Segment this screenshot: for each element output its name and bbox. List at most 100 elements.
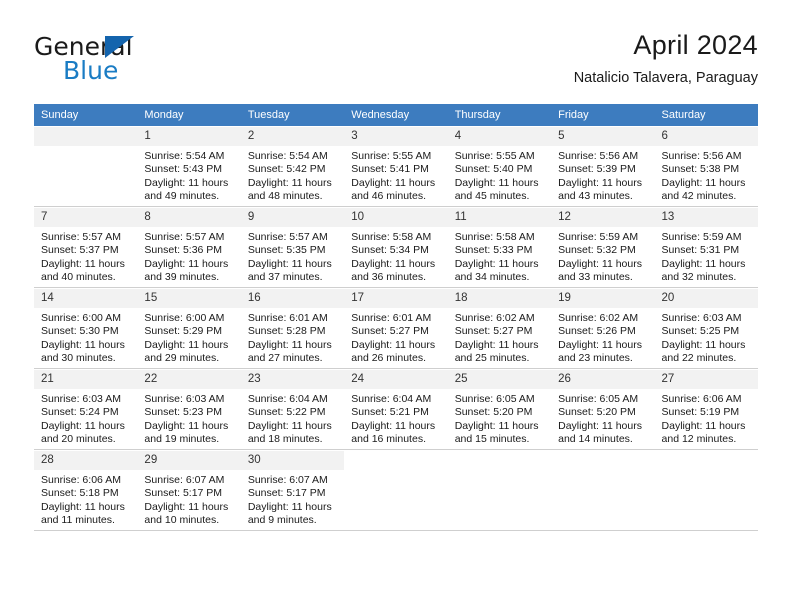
calendar-cell-day[interactable]: 13 Sunrise: 5:59 AM Sunset: 5:31 PM Dayligh… [654,207,758,287]
calendar-cell-inner: 3 Sunrise: 5:55 AM Sunset: 5:41 PM Daylight… [344,126,448,206]
day-sun-info: Sunrise: 6:02 AM Sunset: 5:27 PM Daylight:… [448,308,551,366]
calendar-cell-day[interactable]: 17 Sunrise: 6:01 AM Sunset: 5:27 PM Dayligh… [344,288,448,368]
weekday-header-thursday: Thursday [447,104,552,126]
calendar-cell-day[interactable]: 20 Sunrise: 6:03 AM Sunset: 5:25 PM Dayligh… [654,288,758,368]
day-daylight2-text: and 46 minutes. [351,190,426,203]
calendar-cell-day[interactable]: 23 Sunrise: 6:04 AM Sunset: 5:22 PM Dayligh… [240,369,345,449]
title-block: April 2024 Natalicio Talavera, Paraguay [574,28,758,89]
day-number: 13 [654,207,758,227]
calendar-cell-day[interactable]: 15 Sunrise: 6:00 AM Sunset: 5:29 PM Dayligh… [137,288,241,368]
calendar-cell-day[interactable]: 7 Sunrise: 5:57 AM Sunset: 5:37 PM Daylight… [34,207,138,287]
day-daylight2-text: and 14 minutes. [558,433,633,446]
day-sunrise-text: Sunrise: 5:55 AM [351,150,432,162]
day-sun-info: Sunrise: 6:01 AM Sunset: 5:27 PM Daylight:… [344,308,447,366]
day-sunrise-text: Sunrise: 6:07 AM [144,474,225,486]
day-sunrise-text: Sunrise: 5:54 AM [144,150,225,162]
calendar-cell-day[interactable]: 8 Sunrise: 5:57 AM Sunset: 5:36 PM Daylight… [137,207,241,287]
day-sunrise-text: Sunrise: 6:01 AM [247,312,328,324]
day-sun-info: Sunrise: 5:57 AM Sunset: 5:35 PM Daylight:… [241,227,344,285]
day-sun-info: Sunrise: 5:56 AM Sunset: 5:39 PM Daylight:… [551,146,654,204]
calendar-cell-inner: 12 Sunrise: 5:59 AM Sunset: 5:32 PM Dayligh… [551,207,655,287]
calendar-cell-day[interactable]: 5 Sunrise: 5:56 AM Sunset: 5:39 PM Daylight… [551,126,655,206]
day-daylight1-text: Daylight: 11 hours [144,338,229,351]
day-number: 24 [344,369,448,389]
calendar-cell-day[interactable]: 4 Sunrise: 5:55 AM Sunset: 5:40 PM Daylight… [447,126,552,206]
calendar-cell-inner: 28 Sunrise: 6:06 AM Sunset: 5:18 PM Dayligh… [34,450,138,530]
calendar-cell-day[interactable]: 24 Sunrise: 6:04 AM Sunset: 5:21 PM Dayligh… [344,369,448,449]
calendar-cell-day[interactable]: 9 Sunrise: 5:57 AM Sunset: 5:35 PM Daylight… [240,207,345,287]
calendar-cell-day[interactable]: 16 Sunrise: 6:01 AM Sunset: 5:28 PM Dayligh… [240,288,345,368]
day-sunset-text: Sunset: 5:35 PM [247,244,326,257]
calendar-cell-inner: 15 Sunrise: 6:00 AM Sunset: 5:29 PM Dayligh… [137,288,241,368]
calendar-cell-day[interactable]: 6 Sunrise: 5:56 AM Sunset: 5:38 PM Daylight… [654,126,758,206]
logo-text-blue: Blue [63,56,119,85]
day-sunset-text: Sunset: 5:33 PM [454,244,533,257]
calendar-cell-day[interactable]: 3 Sunrise: 5:55 AM Sunset: 5:41 PM Daylight… [344,126,448,206]
day-daylight2-text: and 29 minutes. [144,352,220,365]
calendar-week-row: 28 Sunrise: 6:06 AM Sunset: 5:18 PM Dayligh… [34,450,758,530]
calendar-cell-day[interactable]: 25 Sunrise: 6:05 AM Sunset: 5:20 PM Dayligh… [447,369,552,449]
calendar-cell-day[interactable]: 27 Sunrise: 6:06 AM Sunset: 5:19 PM Dayligh… [654,369,758,449]
calendar-cell-day[interactable]: 2 Sunrise: 5:54 AM Sunset: 5:42 PM Daylight… [240,126,345,206]
weekday-header-monday: Monday [137,104,241,126]
calendar-cell-inner: 2 Sunrise: 5:54 AM Sunset: 5:42 PM Daylight… [240,126,345,206]
day-daylight1-text: Daylight: 11 hours [144,500,229,513]
calendar-cell-day[interactable]: 11 Sunrise: 5:58 AM Sunset: 5:33 PM Dayligh… [447,207,552,287]
calendar-cell-day[interactable]: 30 Sunrise: 6:07 AM Sunset: 5:17 PM Dayligh… [240,450,345,530]
calendar-cell-empty [344,450,448,530]
day-daylight2-text: and 32 minutes. [661,271,737,284]
calendar-cell-day[interactable]: 19 Sunrise: 6:02 AM Sunset: 5:26 PM Dayligh… [551,288,655,368]
day-sunset-text: Sunset: 5:20 PM [558,406,636,419]
calendar-cell-day[interactable]: 14 Sunrise: 6:00 AM Sunset: 5:30 PM Dayligh… [34,288,138,368]
calendar-cell-day[interactable]: 28 Sunrise: 6:06 AM Sunset: 5:18 PM Dayligh… [34,450,138,530]
calendar-cell-inner: 5 Sunrise: 5:56 AM Sunset: 5:39 PM Daylight… [551,126,655,206]
day-sunrise-text: Sunrise: 5:57 AM [247,231,328,243]
day-sunrise-text: Sunrise: 6:03 AM [144,393,225,405]
calendar-cell-day[interactable]: 22 Sunrise: 6:03 AM Sunset: 5:23 PM Dayligh… [137,369,241,449]
calendar-cell-day[interactable]: 10 Sunrise: 5:58 AM Sunset: 5:34 PM Dayligh… [344,207,448,287]
day-daylight1-text: Daylight: 11 hours [351,419,436,432]
calendar-cell-day[interactable]: 1 Sunrise: 5:54 AM Sunset: 5:43 PM Daylight… [137,126,241,206]
day-sunset-text: Sunset: 5:30 PM [41,325,119,338]
calendar-cell-inner: 19 Sunrise: 6:02 AM Sunset: 5:26 PM Dayligh… [551,288,655,368]
calendar-cell-day[interactable]: 26 Sunrise: 6:05 AM Sunset: 5:20 PM Dayligh… [551,369,655,449]
day-sunrise-text: Sunrise: 6:02 AM [454,312,535,324]
calendar-cell-inner: 13 Sunrise: 5:59 AM Sunset: 5:31 PM Dayligh… [654,207,758,287]
day-number: 30 [240,450,345,470]
day-daylight2-text: and 33 minutes. [558,271,633,284]
day-daylight2-text: and 10 minutes. [144,514,220,527]
weekday-header-wednesday: Wednesday [344,104,448,126]
day-sunset-text: Sunset: 5:28 PM [247,325,326,338]
day-sunrise-text: Sunrise: 5:57 AM [144,231,225,243]
day-sunset-text: Sunset: 5:25 PM [661,325,740,338]
day-sun-info: Sunrise: 5:54 AM Sunset: 5:43 PM Daylight:… [137,146,240,204]
day-daylight1-text: Daylight: 11 hours [247,257,332,270]
day-sun-info: Sunrise: 6:06 AM Sunset: 5:18 PM Daylight:… [34,470,137,528]
day-sun-info: Sunrise: 5:59 AM Sunset: 5:32 PM Daylight:… [551,227,654,285]
day-sunset-text: Sunset: 5:31 PM [661,244,740,257]
day-sunrise-text: Sunrise: 6:01 AM [351,312,432,324]
day-daylight2-text: and 27 minutes. [247,352,323,365]
day-daylight2-text: and 37 minutes. [247,271,323,284]
calendar-page: General Blue April 2024 Natalicio Talave… [0,0,792,612]
day-sunset-text: Sunset: 5:17 PM [144,487,223,500]
calendar-cell-day[interactable]: 12 Sunrise: 5:59 AM Sunset: 5:32 PM Dayligh… [551,207,655,287]
day-daylight1-text: Daylight: 11 hours [41,338,125,351]
day-sun-info: Sunrise: 5:54 AM Sunset: 5:42 PM Daylight:… [241,146,344,204]
generalblue-logo[interactable]: General Blue [34,32,224,88]
calendar-cell-empty [34,126,138,206]
day-daylight1-text: Daylight: 11 hours [558,257,642,270]
day-daylight1-text: Daylight: 11 hours [661,419,746,432]
day-daylight1-text: Daylight: 11 hours [558,176,642,189]
day-daylight2-text: and 40 minutes. [41,271,116,284]
calendar-cell-inner: 20 Sunrise: 6:03 AM Sunset: 5:25 PM Dayligh… [654,288,758,368]
day-daylight2-text: and 39 minutes. [144,271,220,284]
day-daylight2-text: and 11 minutes. [41,514,115,527]
calendar-cell-day[interactable]: 18 Sunrise: 6:02 AM Sunset: 5:27 PM Dayligh… [447,288,552,368]
day-daylight1-text: Daylight: 11 hours [41,419,125,432]
calendar-cell-day[interactable]: 29 Sunrise: 6:07 AM Sunset: 5:17 PM Dayligh… [137,450,241,530]
day-sunset-text: Sunset: 5:40 PM [454,163,533,176]
calendar-cell-inner: 10 Sunrise: 5:58 AM Sunset: 5:34 PM Dayligh… [344,207,448,287]
calendar-cell-day[interactable]: 21 Sunrise: 6:03 AM Sunset: 5:24 PM Dayligh… [34,369,138,449]
calendar-row-separator-line [34,530,758,531]
